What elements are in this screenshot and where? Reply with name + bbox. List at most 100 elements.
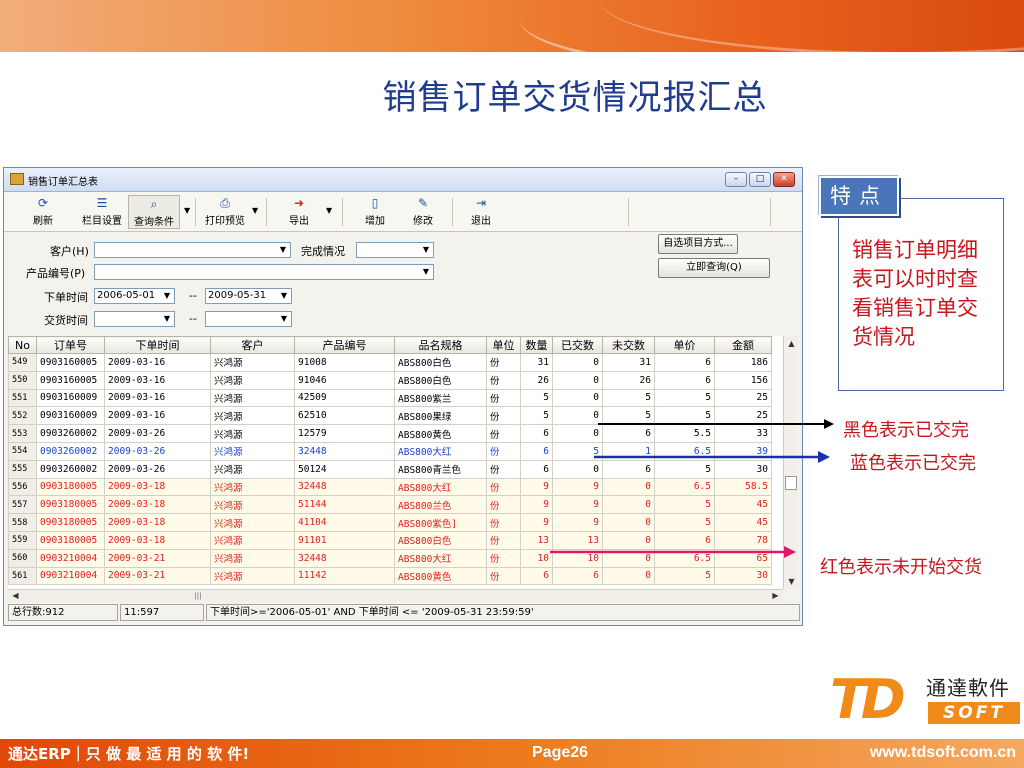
table-cell: 33 (714, 424, 772, 443)
table-row[interactable]: 555 0903260002 2009-03-26 兴鸿源 50124 ABS800青兰色… (8, 459, 772, 479)
query-now-button[interactable]: 立即查询(Q) (658, 258, 770, 278)
column-header[interactable]: 单位 (486, 336, 521, 354)
table-row[interactable]: 551 0903160009 2009-03-16 兴鸿源 42509 ABS800紫兰份… (8, 388, 772, 408)
query-conditions-button[interactable]: ⌕ 查询条件 (128, 195, 180, 229)
refresh-button[interactable]: ⟳ 刷新 (26, 195, 60, 229)
column-header[interactable]: 数量 (520, 336, 553, 354)
table-cell: 份 (486, 459, 521, 479)
table-row[interactable]: 559 0903180005 2009-03-18 兴鸿源 91101 ABS800白色份… (8, 530, 772, 550)
column-header[interactable]: 未交数 (602, 336, 655, 354)
table-cell: 份 (486, 495, 521, 515)
column-header[interactable]: 单价 (654, 336, 715, 354)
chevron-down-icon[interactable]: ▼ (419, 243, 433, 257)
chevron-down-icon[interactable]: ▼ (277, 289, 291, 303)
edit-label: 修改 (413, 216, 433, 227)
new-document-icon: ▯ (371, 196, 379, 210)
table-cell: 551 (8, 388, 37, 408)
column-header[interactable]: 品名规格 (394, 336, 487, 354)
custom-mode-button[interactable]: 自选项目方式... (658, 234, 738, 254)
edit-button[interactable]: ✎ 修改 (408, 195, 438, 229)
print-preview-button[interactable]: ⎙ 打印预览 (200, 195, 250, 229)
table-cell: 13 (520, 530, 553, 550)
table-row[interactable]: 552 0903160009 2009-03-16 兴鸿源 62510 ABS800果绿份… (8, 406, 772, 426)
table-cell: 58.5 (714, 477, 772, 497)
table-cell: 186 (714, 353, 772, 372)
table-cell: 5 (654, 495, 715, 515)
close-button[interactable]: ✕ (773, 172, 795, 187)
table-cell: 6 (520, 566, 553, 586)
maximize-button[interactable]: □ (749, 172, 771, 187)
table-cell: 5 (602, 388, 655, 408)
scroll-right-icon[interactable]: ▶ (768, 589, 783, 602)
table-cell: 0903180005 (36, 495, 105, 515)
chevron-down-icon[interactable]: ▼ (160, 289, 174, 303)
table-cell: 6 (654, 353, 715, 372)
table-row[interactable]: 561 0903210004 2009-03-21 兴鸿源 11142 ABS800黄色份… (8, 566, 772, 586)
table-row[interactable]: 560 0903210004 2009-03-21 兴鸿源 32448 ABS800大红份… (8, 548, 772, 568)
scroll-down-icon[interactable]: ▼ (784, 574, 799, 589)
table-cell: 兴鸿源 (210, 548, 295, 568)
blue-arrow-head (818, 451, 830, 463)
sales-order-summary-window: 销售订单汇总表 – □ ✕ ⟳ 刷新 ☰ 栏目设置 ⌕ 查询条件 ▼ ⎙ 打印预… (3, 167, 803, 626)
chevron-down-icon[interactable]: ▼ (419, 265, 433, 279)
table-cell: 9 (520, 477, 553, 497)
product-select[interactable]: ▼ (94, 264, 434, 280)
scroll-thumb[interactable]: ||| (22, 591, 374, 601)
add-button[interactable]: ▯ 增加 (360, 195, 390, 229)
scroll-up-icon[interactable]: ▲ (784, 336, 799, 351)
table-cell: 份 (486, 370, 521, 390)
export-button[interactable]: ➜ 导出 (284, 195, 314, 229)
completion-select[interactable]: ▼ (356, 242, 434, 258)
columns-button[interactable]: ☰ 栏目设置 (76, 195, 128, 229)
print-dropdown-arrow-icon[interactable]: ▼ (252, 206, 258, 215)
table-cell: 25 (714, 388, 772, 408)
export-dropdown-arrow-icon[interactable]: ▼ (326, 206, 332, 215)
table-cell: 兴鸿源 (210, 353, 295, 372)
table-cell: 41104 (294, 513, 395, 532)
table-row[interactable]: 550 0903160005 2009-03-16 兴鸿源 91046 ABS800白色份… (8, 370, 772, 390)
exit-button[interactable]: ⇥ 退出 (466, 195, 496, 229)
query-dropdown-arrow-icon[interactable]: ▼ (184, 206, 190, 215)
delivery-time-to-field[interactable]: ▼ (205, 311, 292, 327)
table-row[interactable]: 553 0903260002 2009-03-26 兴鸿源 12579 ABS800黄色份… (8, 424, 772, 443)
column-header[interactable]: 订单号 (36, 336, 105, 354)
table-cell: 0903260002 (36, 459, 105, 479)
column-header[interactable]: 客户 (210, 336, 295, 354)
table-cell: ABS800兰色 (394, 495, 487, 515)
minimize-button[interactable]: – (725, 172, 747, 187)
table-row[interactable]: 556 0903180005 2009-03-18 兴鸿源 32448 ABS800大红份… (8, 477, 772, 497)
column-header[interactable]: 已交数 (552, 336, 603, 354)
column-header[interactable]: 金额 (714, 336, 772, 354)
delivery-time-from-field[interactable]: ▼ (94, 311, 175, 327)
horizontal-scrollbar[interactable]: ◀ ||| ▶ (8, 589, 783, 602)
table-cell: 2009-03-26 (104, 424, 211, 443)
table-row[interactable]: 557 0903180005 2009-03-18 兴鸿源 51144 ABS800兰色份… (8, 495, 772, 515)
table-cell: 5 (520, 406, 553, 426)
customer-select[interactable]: ▼ (94, 242, 291, 258)
chevron-down-icon[interactable]: ▼ (276, 243, 290, 257)
chevron-down-icon[interactable]: ▼ (277, 312, 291, 326)
column-header[interactable]: No (8, 336, 37, 354)
table-cell: ABS800黄色 (394, 566, 487, 586)
table-row[interactable]: 554 0903260002 2009-03-26 兴鸿源 32448 ABS800大红份… (8, 441, 772, 461)
binoculars-icon: ⌕ (150, 197, 158, 211)
column-header[interactable]: 下单时间 (104, 336, 211, 354)
black-arrow-head (824, 419, 834, 429)
table-row[interactable]: 549 0903160005 2009-03-16 兴鸿源 91008 ABS800白色份… (8, 353, 772, 372)
table-cell: 份 (486, 406, 521, 426)
table-cell: 0 (602, 477, 655, 497)
scroll-left-icon[interactable]: ◀ (8, 589, 23, 602)
chevron-down-icon[interactable]: ▼ (160, 312, 174, 326)
order-time-to-field[interactable]: 2009-05-31 ▼ (205, 288, 292, 304)
query-conditions-label: 查询条件 (134, 217, 174, 228)
table-cell: 45 (714, 513, 772, 532)
column-header[interactable]: 产品编号 (294, 336, 395, 354)
scroll-thumb[interactable] (785, 476, 797, 490)
window-titlebar[interactable]: 销售订单汇总表 – □ ✕ (4, 168, 802, 192)
vertical-scrollbar[interactable]: ▲ ▼ (783, 336, 798, 589)
table-row[interactable]: 558 0903180005 2009-03-18 兴鸿源 41104 ABS800紫色]… (8, 513, 772, 532)
table-cell: 25 (714, 406, 772, 426)
table-cell: 份 (486, 353, 521, 372)
footer-bar: 通达ERP｜只 做 最 适 用 的 软 件! Page26 www.tdsoft… (0, 739, 1024, 768)
order-time-from-field[interactable]: 2006-05-01 ▼ (94, 288, 175, 304)
